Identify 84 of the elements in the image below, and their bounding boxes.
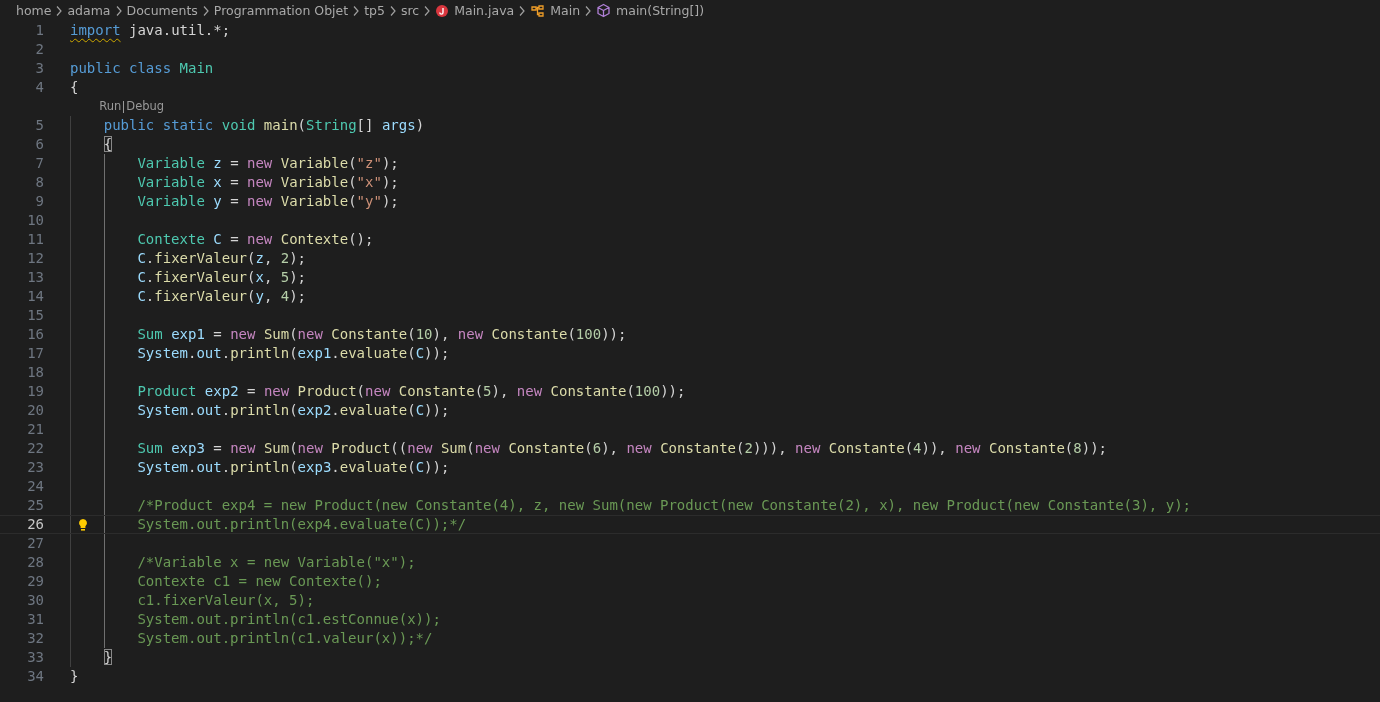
code-line: Product exp2 = new Product(new Constante(5), new Constante(100)); (137, 382, 686, 401)
line-number: 32 (27, 629, 44, 648)
line-number: 22 (27, 439, 44, 458)
line-number: 31 (27, 610, 44, 629)
java-file-icon (435, 3, 450, 18)
codelens-link[interactable]: Debug (126, 97, 165, 116)
line-number: 25 (27, 496, 44, 515)
chevron-icon (518, 4, 527, 17)
breadcrumb-item[interactable]: home (16, 3, 52, 18)
chevron-icon (388, 4, 397, 17)
code-line: { (103, 135, 113, 154)
line-number: 8 (35, 173, 44, 192)
line-number: 1 (35, 21, 44, 40)
line-number: 13 (27, 268, 44, 287)
line-number: 5 (35, 116, 44, 135)
code-line: Sum exp3 = new Sum(new Product((new Sum(new Constante(6), new Constante(2))), new Constante(4)), new Constante(8)); (137, 439, 1107, 458)
line-number: 24 (27, 477, 44, 496)
code-line: C.fixerValeur(z, 2); (137, 249, 307, 268)
code-line: System.out.println(exp3.evaluate(C)); (137, 458, 450, 477)
breadcrumb-item[interactable]: Programmation Objet (213, 3, 349, 18)
code-line: import java.util.*; (70, 21, 231, 40)
code-line: } (103, 648, 113, 667)
line-number: 27 (27, 534, 44, 553)
line-number: 3 (35, 59, 44, 78)
line-number: 19 (27, 382, 44, 401)
line-number: 14 (27, 287, 44, 306)
line-number: 16 (27, 325, 44, 344)
code-line: public static void main(String[] args) (103, 116, 425, 135)
line-number: 15 (27, 306, 44, 325)
line-number: 18 (27, 363, 44, 382)
line-number: 17 (27, 344, 44, 363)
chevron-icon (55, 4, 64, 17)
codelens-link[interactable]: Run (99, 97, 122, 116)
class-symbol-icon (530, 3, 546, 18)
line-number: 10 (27, 211, 44, 230)
breadcrumb-item[interactable]: Main.java (435, 3, 515, 18)
line-number: 29 (27, 572, 44, 591)
code-line: Variable z = new Variable("z"); (137, 154, 399, 173)
line-number: 2 (35, 40, 44, 59)
chevron-icon (201, 4, 210, 17)
chevron-icon (423, 4, 432, 17)
code-line: C.fixerValeur(y, 4); (137, 287, 307, 306)
line-number: 23 (27, 458, 44, 477)
line-number: 6 (35, 135, 44, 154)
breadcrumb-item[interactable]: main(String[]) (596, 3, 705, 18)
code-line: Variable y = new Variable("y"); (137, 192, 399, 211)
code-line: /*Variable x = new Variable("x"); (137, 553, 416, 572)
code-line: public class Main (70, 59, 214, 78)
line-number: 7 (35, 154, 44, 173)
line-number: 12 (27, 249, 44, 268)
breadcrumb-item[interactable]: tp5 (364, 3, 385, 18)
chevron-icon (352, 4, 361, 17)
chevron-icon (114, 4, 123, 17)
line-number: 4 (35, 78, 44, 97)
line-number: 33 (27, 648, 44, 667)
line-number: 9 (35, 192, 44, 211)
code-line: System.out.println(exp4.evaluate(C));*/ (137, 516, 467, 533)
line-number: 30 (27, 591, 44, 610)
code-line: Variable x = new Variable("x"); (137, 173, 399, 192)
code-line: System.out.println(exp1.evaluate(C)); (137, 344, 450, 363)
code-line: { (70, 78, 79, 97)
line-number: 20 (27, 401, 44, 420)
line-number: 28 (27, 553, 44, 572)
code-line: System.out.println(c1.valeur(x));*/ (137, 629, 433, 648)
chevron-icon (584, 4, 593, 17)
cube-icon (596, 3, 612, 18)
lightbulb-icon[interactable] (77, 518, 89, 531)
code-line: /*Product exp4 = new Product(new Constante(4), z, new Sum(new Product(new Constante(2), x), new Product(new Constante(3), y); (137, 496, 1191, 515)
line-number: 34 (27, 667, 44, 686)
code-line: System.out.println(c1.estConnue(x)); (137, 610, 441, 629)
code-line: } (70, 667, 79, 686)
code-line: C.fixerValeur(x, 5); (137, 268, 307, 287)
line-number: 11 (27, 230, 44, 249)
breadcrumb-item[interactable]: src (400, 3, 420, 18)
code-line: Sum exp1 = new Sum(new Constante(10), new Constante(100)); (137, 325, 627, 344)
code-line: c1.fixerValeur(x, 5); (137, 591, 315, 610)
code-line: Contexte c1 = new Contexte(); (137, 572, 382, 591)
breadcrumb-item[interactable]: Documents (126, 3, 198, 18)
code-line: Contexte C = new Contexte(); (137, 230, 374, 249)
line-number: 21 (27, 420, 44, 439)
line-number: 26 (27, 516, 44, 533)
breadcrumb-item[interactable]: Main (530, 3, 581, 18)
code-line: System.out.println(exp2.evaluate(C)); (137, 401, 450, 420)
breadcrumb-item[interactable]: adama (67, 3, 111, 18)
